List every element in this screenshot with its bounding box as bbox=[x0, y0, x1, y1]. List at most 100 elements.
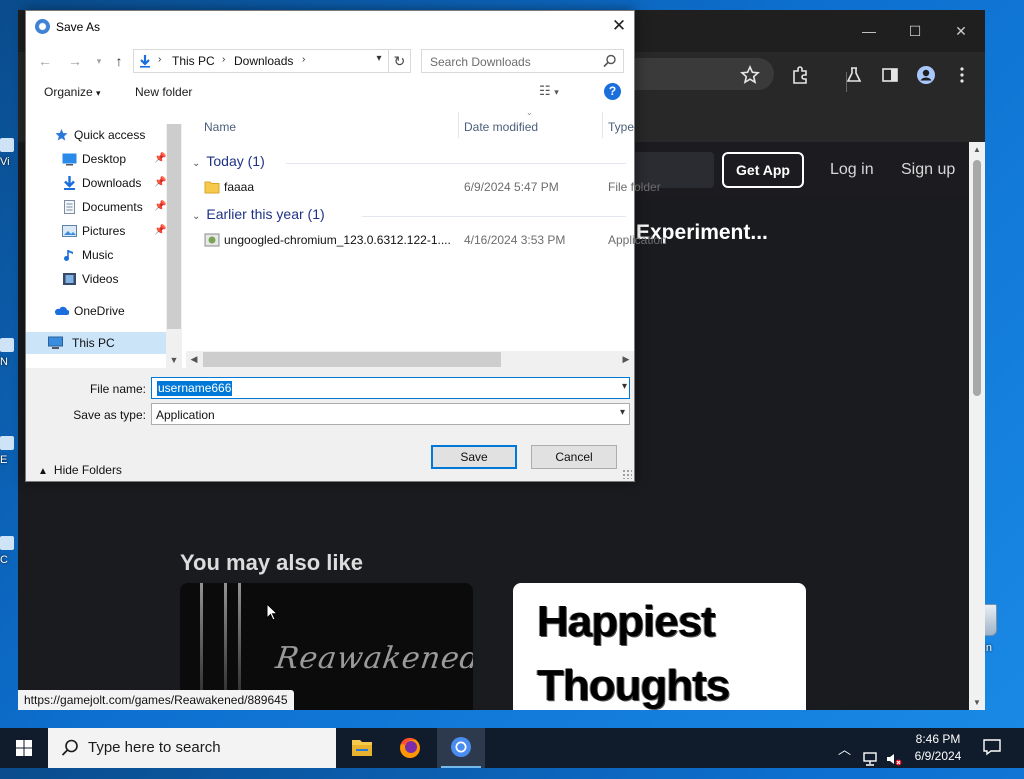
pin-icon: 📌 bbox=[154, 153, 167, 164]
address-breadcrumb[interactable]: › This PC › Downloads › ▾ bbox=[133, 49, 389, 73]
application-installer-icon bbox=[204, 233, 220, 247]
save-button[interactable]: Save bbox=[431, 445, 517, 469]
show-hidden-icons-chevron-icon[interactable]: ︿ bbox=[838, 739, 851, 779]
hide-folders-button[interactable]: ▲ Hide Folders bbox=[38, 463, 122, 477]
desktop-icon-fragment[interactable]: C bbox=[0, 536, 18, 566]
clock-date: 6/9/2024 bbox=[914, 749, 962, 763]
save-as-type-dropdown-icon[interactable]: ▾ bbox=[620, 407, 625, 418]
file-name-dropdown-icon[interactable]: ▾ bbox=[622, 381, 627, 392]
card-art-text: Thoughts bbox=[537, 661, 730, 710]
view-options-icon[interactable]: ☷ ▾ bbox=[539, 83, 577, 101]
pin-icon: 📌 bbox=[154, 201, 167, 212]
extensions-icon[interactable] bbox=[790, 65, 810, 85]
forward-arrow-icon[interactable]: → bbox=[66, 52, 84, 70]
scroll-left-arrow-icon[interactable]: ◀ bbox=[186, 351, 202, 368]
column-header-date-modified[interactable]: Date modified bbox=[464, 120, 538, 134]
address-dropdown-icon[interactable]: ▾ bbox=[372, 53, 386, 64]
nav-pictures[interactable]: Pictures 📌 bbox=[62, 220, 166, 242]
collapse-caret-icon: ▲ bbox=[38, 466, 48, 477]
side-panel-icon[interactable] bbox=[880, 65, 900, 85]
group-header-earlier-this-year[interactable]: ⌄ Earlier this year (1) bbox=[192, 206, 325, 222]
get-app-button[interactable]: Get App bbox=[722, 152, 804, 188]
sign-up-link[interactable]: Sign up bbox=[901, 161, 955, 179]
scroll-right-arrow-icon[interactable]: ▶ bbox=[618, 351, 634, 368]
scrollbar-thumb[interactable] bbox=[167, 124, 181, 329]
column-header-type[interactable]: Type bbox=[608, 120, 634, 134]
recent-locations-chevron-icon[interactable]: ▾ bbox=[90, 52, 108, 70]
nav-label: Videos bbox=[82, 272, 119, 286]
notifications-icon[interactable] bbox=[982, 738, 1002, 756]
nav-pane-scrollbar[interactable]: ▼ bbox=[166, 124, 182, 368]
breadcrumb-this-pc[interactable]: This PC bbox=[172, 54, 215, 68]
dialog-footer: File name: username666 ▾ Save as type: A… bbox=[26, 368, 634, 481]
taskbar-search-box[interactable]: Type here to search bbox=[48, 728, 336, 768]
scroll-down-arrow-icon[interactable]: ▼ bbox=[972, 698, 982, 707]
scroll-down-arrow-icon[interactable]: ▼ bbox=[166, 352, 182, 368]
nav-videos[interactable]: Videos bbox=[62, 268, 166, 290]
page-scrollbar[interactable]: ▲ ▼ bbox=[969, 142, 985, 710]
file-explorer-taskbar-button[interactable] bbox=[338, 728, 386, 768]
pin-icon: 📌 bbox=[154, 225, 167, 236]
quick-access-star-icon bbox=[55, 129, 68, 141]
scroll-up-arrow-icon[interactable]: ▲ bbox=[972, 145, 982, 154]
dialog-close-button[interactable]: ✕ bbox=[604, 11, 634, 41]
labs-flask-icon[interactable] bbox=[844, 65, 864, 85]
file-row[interactable]: ungoogled-chromium_123.0.6312.122-1.... … bbox=[202, 229, 667, 251]
firefox-taskbar-button[interactable] bbox=[386, 728, 434, 768]
taskbar: Type here to search ︿ 8:46 PM 6/9/2024 bbox=[0, 728, 1024, 768]
organize-chevron-icon: ▾ bbox=[96, 88, 101, 98]
system-clock[interactable]: 8:46 PM 6/9/2024 bbox=[900, 731, 976, 765]
column-header-name[interactable]: Name bbox=[204, 120, 236, 134]
documents-icon bbox=[64, 200, 75, 214]
search-icon bbox=[61, 739, 78, 756]
nav-label: Quick access bbox=[74, 128, 146, 142]
desktop-icon-fragment[interactable]: E bbox=[0, 436, 18, 466]
resize-grip-icon[interactable] bbox=[622, 469, 632, 479]
nav-this-pc[interactable]: This PC bbox=[26, 332, 166, 354]
more-menu-icon[interactable] bbox=[952, 65, 972, 85]
profile-avatar-icon[interactable] bbox=[916, 65, 936, 85]
nav-documents[interactable]: Documents 📌 bbox=[62, 196, 166, 218]
close-button[interactable]: ✕ bbox=[938, 20, 984, 42]
desktop-icon-fragment[interactable]: N bbox=[0, 338, 18, 368]
chromium-taskbar-button[interactable] bbox=[437, 728, 485, 768]
maximize-button[interactable]: ☐ bbox=[892, 20, 938, 42]
file-type: File folder bbox=[608, 180, 661, 194]
search-placeholder: Search Downloads bbox=[430, 55, 531, 69]
start-button[interactable] bbox=[0, 728, 48, 768]
cancel-button[interactable]: Cancel bbox=[531, 445, 617, 469]
column-divider[interactable] bbox=[602, 112, 603, 138]
file-list-horizontal-scrollbar[interactable]: ◀ ▶ bbox=[186, 351, 634, 368]
new-folder-button[interactable]: New folder bbox=[135, 85, 192, 99]
network-icon[interactable] bbox=[862, 739, 880, 779]
nav-downloads[interactable]: Downloads 📌 bbox=[62, 172, 166, 194]
search-downloads-input[interactable]: Search Downloads bbox=[421, 49, 624, 73]
group-header-today[interactable]: ⌄ Today (1) bbox=[192, 153, 265, 169]
scrollbar-thumb[interactable] bbox=[973, 160, 981, 396]
file-row[interactable]: faaaa 6/9/2024 5:47 PM File folder bbox=[202, 176, 661, 198]
group-divider bbox=[286, 163, 626, 164]
file-name-input[interactable]: username666 ▾ bbox=[151, 377, 630, 399]
breadcrumb-downloads[interactable]: Downloads bbox=[234, 54, 293, 68]
desktop-icon-label: C bbox=[0, 554, 8, 566]
downloads-icon bbox=[64, 176, 75, 190]
log-in-link[interactable]: Log in bbox=[830, 161, 874, 179]
up-arrow-icon[interactable]: ↑ bbox=[110, 52, 128, 70]
desktop-icon-fragment[interactable]: Vi bbox=[0, 138, 18, 168]
desktop-icon-label: Vi bbox=[0, 156, 10, 168]
nav-music[interactable]: Music bbox=[62, 244, 166, 266]
save-as-type-select[interactable]: Application ▾ bbox=[151, 403, 630, 425]
refresh-icon[interactable]: ↻ bbox=[389, 49, 411, 73]
help-icon[interactable]: ? bbox=[604, 83, 621, 100]
organize-button[interactable]: Organize ▾ bbox=[44, 85, 101, 99]
nav-desktop[interactable]: Desktop 📌 bbox=[62, 148, 166, 170]
game-card-happiest-thoughts[interactable]: Happiest Thoughts bbox=[513, 583, 806, 710]
nav-onedrive[interactable]: OneDrive bbox=[54, 300, 166, 322]
nav-quick-access[interactable]: Quick access bbox=[54, 124, 166, 146]
minimize-button[interactable]: — bbox=[846, 20, 892, 42]
bookmark-star-icon[interactable] bbox=[740, 65, 760, 85]
group-title: Today (1) bbox=[206, 153, 265, 169]
scrollbar-thumb[interactable] bbox=[203, 352, 501, 367]
back-arrow-icon[interactable]: ← bbox=[36, 52, 54, 70]
column-divider[interactable] bbox=[458, 112, 459, 138]
